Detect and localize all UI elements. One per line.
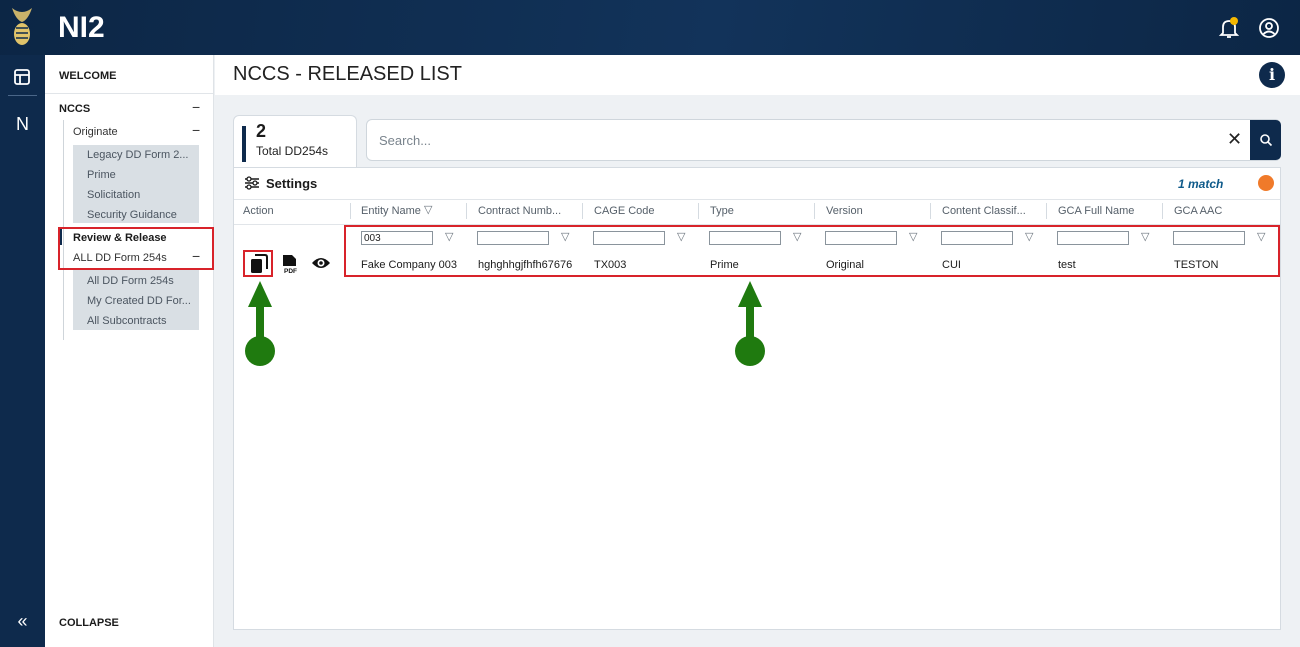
app-title: NI2 bbox=[58, 11, 105, 44]
total-count-value: 2 bbox=[256, 121, 267, 141]
total-count-card: 2 Total DD254s bbox=[233, 115, 357, 167]
total-count-label: Total DD254s bbox=[256, 144, 329, 158]
col-header-content-classification[interactable]: Content Classif... bbox=[942, 205, 1026, 217]
col-header-entity-name[interactable]: Entity Name bbox=[361, 205, 421, 217]
row-highlight-box bbox=[344, 225, 1280, 277]
col-separator bbox=[582, 203, 583, 219]
sidebar-divider bbox=[45, 93, 213, 94]
nccs-collapse-toggle[interactable]: − bbox=[192, 99, 200, 115]
dashboard-icon[interactable] bbox=[12, 67, 32, 87]
col-separator bbox=[1162, 203, 1163, 219]
seal-logo-icon bbox=[12, 8, 32, 45]
settings-sliders-icon[interactable] bbox=[244, 176, 260, 190]
entity-sort-filter-icon[interactable]: ▽ bbox=[424, 203, 432, 216]
search-bar: ✕ bbox=[366, 119, 1281, 161]
settings-divider bbox=[234, 199, 1280, 200]
sidebar-item-my-created[interactable]: My Created DD For... bbox=[87, 295, 191, 307]
col-separator bbox=[466, 203, 467, 219]
user-account-icon[interactable] bbox=[1257, 16, 1281, 40]
match-badge-icon[interactable] bbox=[1258, 175, 1274, 191]
search-icon bbox=[1260, 134, 1273, 147]
copy-highlight-box bbox=[243, 250, 273, 277]
top-bar: NI2 bbox=[0, 0, 1300, 55]
sidebar-item-all-dd-form-254s[interactable]: All DD Form 254s bbox=[87, 275, 174, 287]
sidebar-originate[interactable]: Originate bbox=[73, 126, 118, 138]
sidebar-item-all-subcontracts[interactable]: All Subcontracts bbox=[87, 315, 166, 327]
clear-search-icon[interactable]: ✕ bbox=[1227, 129, 1242, 150]
collapse-chevrons-icon[interactable]: « bbox=[0, 611, 45, 632]
col-header-gca-full-name[interactable]: GCA Full Name bbox=[1058, 205, 1134, 217]
sidebar-item-security-guidance[interactable]: Security Guidance bbox=[87, 209, 177, 221]
search-input[interactable] bbox=[379, 128, 1209, 152]
annotation-arrow-copy bbox=[245, 281, 275, 366]
search-button[interactable] bbox=[1250, 120, 1281, 160]
col-separator bbox=[930, 203, 931, 219]
col-separator bbox=[350, 203, 351, 219]
sidebar-item-solicitation[interactable]: Solicitation bbox=[87, 189, 140, 201]
settings-button[interactable]: Settings bbox=[266, 176, 317, 191]
col-header-version[interactable]: Version bbox=[826, 205, 863, 217]
col-separator bbox=[814, 203, 815, 219]
sidebar-highlight-box bbox=[58, 227, 214, 270]
col-header-type[interactable]: Type bbox=[710, 205, 734, 217]
col-separator bbox=[698, 203, 699, 219]
page-title: NCCS - RELEASED LIST bbox=[233, 63, 462, 85]
col-header-action: Action bbox=[243, 205, 274, 217]
notification-bell-icon[interactable] bbox=[1217, 16, 1241, 40]
col-separator bbox=[1046, 203, 1047, 219]
col-header-gca-aac[interactable]: GCA AAC bbox=[1174, 205, 1222, 217]
icon-rail: N « bbox=[0, 55, 45, 647]
match-count: 1 match bbox=[1178, 177, 1224, 191]
col-header-cage-code[interactable]: CAGE Code bbox=[594, 205, 655, 217]
info-icon[interactable]: i bbox=[1259, 62, 1285, 88]
sidebar-nccs[interactable]: NCCS bbox=[59, 103, 90, 115]
svg-text:PDF: PDF bbox=[284, 268, 297, 274]
view-eye-icon[interactable] bbox=[311, 255, 331, 271]
originate-collapse-toggle[interactable]: − bbox=[192, 122, 200, 138]
sidebar-welcome[interactable]: WELCOME bbox=[59, 70, 116, 82]
nccs-rail-item[interactable]: N bbox=[0, 114, 45, 135]
sidebar-item-prime[interactable]: Prime bbox=[87, 169, 116, 181]
annotation-arrow-row bbox=[735, 281, 765, 366]
rail-divider bbox=[8, 95, 37, 96]
sidebar-item-legacy[interactable]: Legacy DD Form 2... bbox=[87, 149, 188, 161]
sidebar-collapse[interactable]: COLLAPSE bbox=[59, 617, 119, 629]
pdf-download-icon[interactable]: PDF bbox=[281, 254, 299, 274]
col-header-contract-number[interactable]: Contract Numb... bbox=[478, 205, 561, 217]
count-accent-bar bbox=[242, 126, 246, 162]
sidebar bbox=[45, 55, 214, 647]
